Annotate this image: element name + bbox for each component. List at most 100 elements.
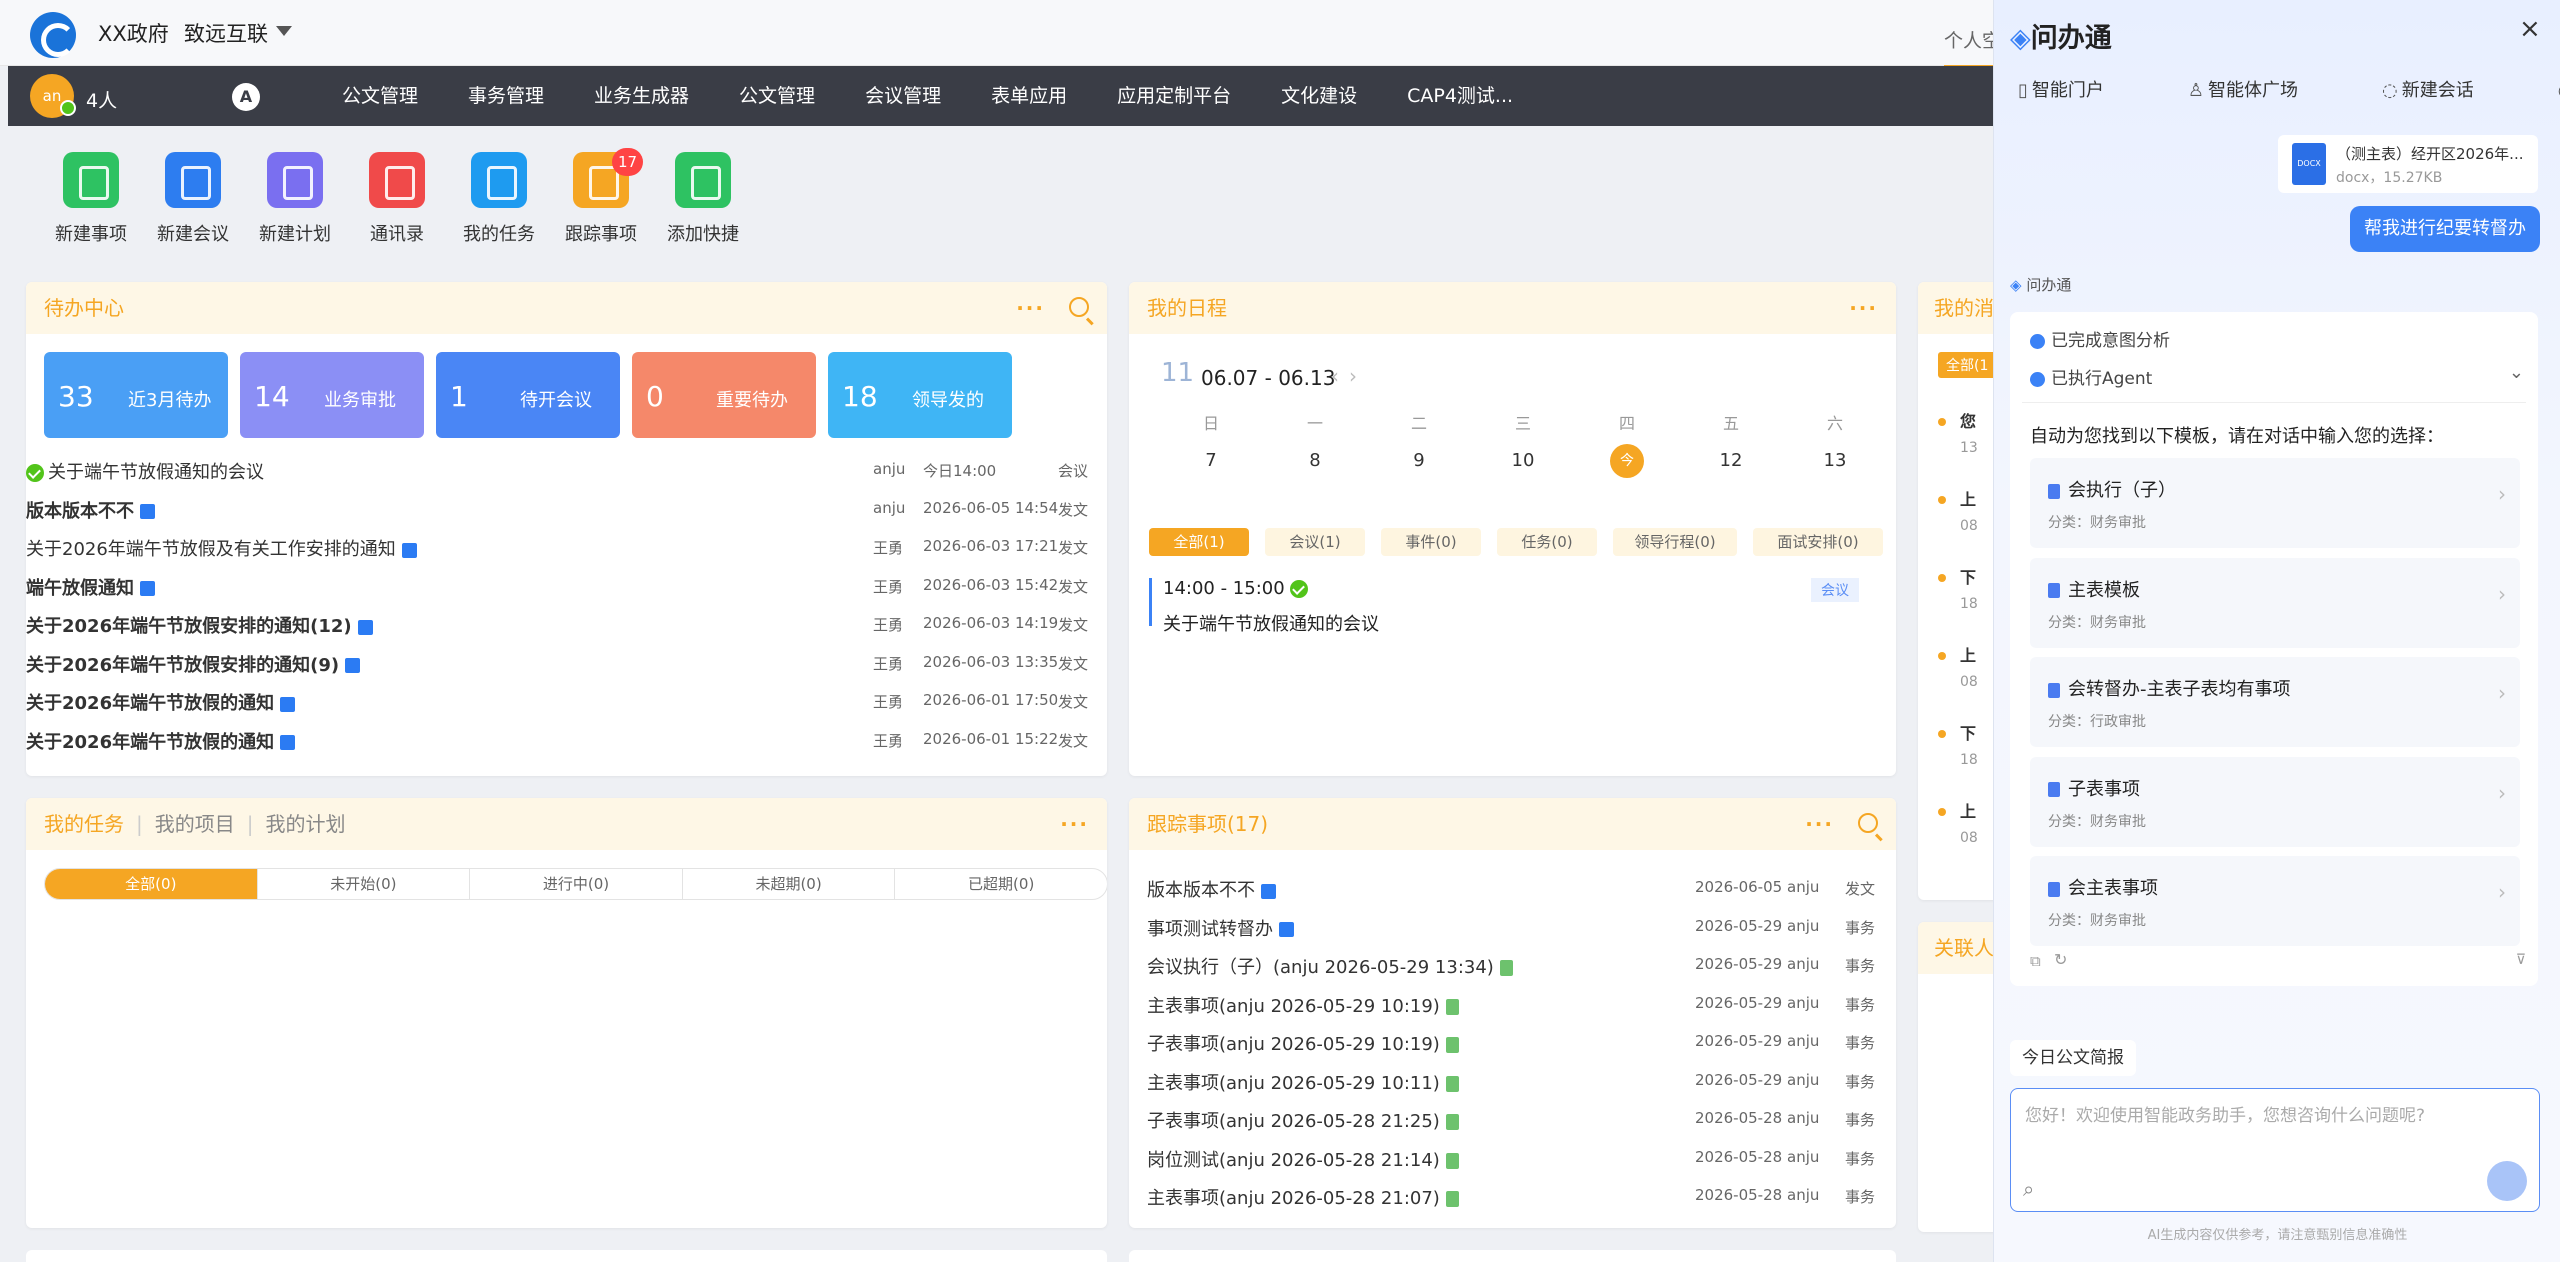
template-card[interactable]: 会主表事项 分类：财务审批 › [2030,856,2520,946]
task-tab[interactable]: 我的计划 [266,812,346,836]
todo-row[interactable]: 关于2026年端午节放假安排的通知(12) 王勇 2026-06-03 14:19 发… [26,604,1094,643]
chevron-down-icon[interactable]: ⌄ [2509,362,2524,383]
message-item[interactable]: 下 [1960,564,1976,588]
todo-row[interactable]: 端午放假通知 王勇 2026-06-03 15:42 发文 [26,566,1094,605]
assistant-nav-item[interactable]: ▯ 智能门户 [2018,76,2146,102]
todo-row[interactable]: 版本版本不不 anju 2026-06-05 14:54 发文 [26,489,1094,528]
menu-item[interactable]: 事务管理 [468,66,544,126]
tracking-row[interactable]: 版本版本不不 2026-06-05 anju 发文 [1147,868,1887,907]
todo-stat-card[interactable]: 0 重要待办 [632,352,816,438]
menu-item[interactable]: 公文管理 [342,66,418,126]
task-tab[interactable]: 我的任务 [44,812,124,836]
menu-item[interactable]: 应用定制平台 [1117,66,1231,126]
chat-input[interactable]: 您好！欢迎使用智能政务助手，您想咨询什么问题呢? ⌕ [2010,1088,2540,1212]
todo-row[interactable]: 关于端午节放假通知的会议 anju 今日14:00 会议 [26,450,1094,489]
message-item[interactable]: 上 [1960,798,1976,822]
message-item[interactable]: 下 [1960,720,1976,744]
assistant-nav-item[interactable]: ♙ 智能体广场 [2188,76,2340,102]
today-date[interactable]: 今 [1610,444,1644,478]
schedule-tab[interactable]: 任务(0) [1497,528,1597,556]
menu-item[interactable]: 表单应用 [991,66,1067,126]
org-switcher[interactable]: 致远互联 [184,18,268,48]
quick-action[interactable]: 新建事项 [40,152,142,246]
schedule-tab[interactable]: 面试安排(0) [1753,528,1883,556]
more-icon[interactable]: ··· [1060,798,1089,850]
todo-row[interactable]: 关于2026年端午节放假安排的通知(9) 王勇 2026-06-03 13:35 发文 [26,643,1094,682]
todo-stat-card[interactable]: 1 待开会议 [436,352,620,438]
tracking-row[interactable]: 子表事项(anju 2026-05-28 21:25) 2026-05-28 anj… [1147,1099,1887,1138]
quick-action[interactable]: 添加快捷 [652,152,754,246]
quick-action[interactable]: 通讯录 [346,152,448,246]
chevron-down-icon[interactable] [276,26,292,36]
tracking-row[interactable]: 岗位测试(anju 2026-05-28 21:14) 2026-05-28 anj… [1147,1138,1887,1177]
schedule-tab[interactable]: 领导行程(0) [1613,528,1737,556]
menu-item[interactable]: 文化建设 [1281,66,1357,126]
prev-week-icon[interactable]: ‹ [1331,364,1339,388]
tracking-row[interactable]: 主表事项(anju 2026-05-28 21:07) 2026-05-28 anj… [1147,1176,1887,1215]
calendar-date[interactable]: 12 [1711,450,1751,471]
next-week-icon[interactable]: › [1349,364,1357,388]
copy-icon[interactable]: ⧉ [2030,952,2041,970]
template-card[interactable]: 子表事项 分类：财务审批 › [2030,756,2520,847]
quick-action[interactable]: 我的任务 [448,152,550,246]
tracking-row[interactable]: 事项测试转督办 2026-05-29 anju 事务 [1147,907,1887,946]
briefing-chip[interactable]: 今日公文简报 [2010,1040,2136,1076]
menu-item[interactable]: 会议管理 [865,66,941,126]
tracking-row[interactable]: 主表事项(anju 2026-05-29 10:11) 2026-05-29 anj… [1147,1061,1887,1100]
menu-item[interactable]: CAP4测试... [1407,66,1513,126]
search-icon[interactable] [1858,813,1878,833]
message-tab-all[interactable]: 全部(1 [1938,352,1997,378]
refresh-icon[interactable]: ↻ [2054,950,2067,969]
assistant-nav-item[interactable]: ◌ 新建会话 [2382,76,2516,102]
template-card[interactable]: 会执行（子） 分类：财务审批 › [2030,458,2520,548]
task-filter[interactable]: 已超期(0) [894,869,1107,899]
todo-title: 关于2026年端午节放假的通知 [26,728,296,754]
calendar-date[interactable]: 8 [1295,450,1335,471]
schedule-tab[interactable]: 会议(1) [1265,528,1365,556]
todo-row[interactable]: 关于2026年端午节放假的通知 王勇 2026-06-01 17:50 发文 [26,681,1094,720]
send-button[interactable] [2487,1161,2527,1201]
tracking-row[interactable]: 子表事项(anju 2026-05-29 10:19) 2026-05-29 anj… [1147,1022,1887,1061]
schedule-tab[interactable]: 全部(1) [1149,528,1249,556]
avatar[interactable]: an [30,74,76,118]
task-tab[interactable]: 我的项目 [155,812,235,836]
todo-row[interactable]: 关于2026年端午节放假及有关工作安排的通知 王勇 2026-06-03 17:21… [26,527,1094,566]
message-item[interactable]: 上 [1960,642,1976,666]
quick-action[interactable]: 新建会议 [142,152,244,246]
template-card[interactable]: 主表模板 分类：财务审批 › [2030,557,2520,648]
menu-item[interactable]: 公文管理 [739,66,815,126]
calendar-date[interactable]: 7 [1191,450,1231,471]
navigate-icon[interactable]: A [232,83,260,111]
online-users-count[interactable]: 4人 [86,86,117,113]
more-icon[interactable]: ··· [1016,282,1045,334]
attach-icon[interactable]: ⌕ [2023,1177,2034,1201]
tracking-row[interactable]: 会议执行（子）(anju 2026-05-29 13:34) 2026-05-29… [1147,945,1887,984]
more-icon[interactable]: ··· [1849,282,1878,334]
calendar-date[interactable]: 10 [1503,450,1543,471]
message-item[interactable]: 您 [1960,408,1976,432]
task-filter[interactable]: 未开始(0) [256,869,470,899]
quick-action[interactable]: 跟踪事项 17 [550,148,652,246]
task-filter[interactable]: 进行中(0) [469,869,682,899]
menu-item[interactable]: 业务生成器 [594,66,689,126]
calendar-date[interactable]: 13 [1815,450,1855,471]
more-icon[interactable]: ··· [1805,798,1834,850]
calendar-date[interactable]: 9 [1399,450,1439,471]
todo-stat-card[interactable]: 14 业务审批 [240,352,424,438]
quick-action[interactable]: 新建计划 [244,152,346,246]
message-item[interactable]: 上 [1960,486,1976,510]
event-title[interactable]: 关于端午节放假通知的会议 [1163,610,1379,636]
todo-stat-card[interactable]: 33 近3月待办 [44,352,228,438]
template-card[interactable]: 会转督办-主表子表均有事项 分类：行政审批 › [2030,657,2520,747]
task-filter[interactable]: 全部(0) [45,869,257,899]
todo-row[interactable]: 关于2026年端午节放假的通知 王勇 2026-06-01 15:22 发文 [26,720,1094,759]
attached-file[interactable]: DOCX （测主表）经开区2026年... docx，15.27KB [2278,135,2538,193]
todo-stat-card[interactable]: 18 领导发的 [828,352,1012,438]
agent-plaza-icon: ♙ [2187,80,2205,101]
tracking-row[interactable]: 主表事项(anju 2026-05-29 10:19) 2026-05-29 anj… [1147,984,1887,1023]
search-icon[interactable] [1069,297,1089,317]
schedule-tab[interactable]: 事件(0) [1381,528,1481,556]
task-filter[interactable]: 未超期(0) [681,869,895,899]
thumbs-down-icon[interactable]: ⊽ [2516,952,2526,968]
close-icon[interactable]: × [2519,14,2541,44]
